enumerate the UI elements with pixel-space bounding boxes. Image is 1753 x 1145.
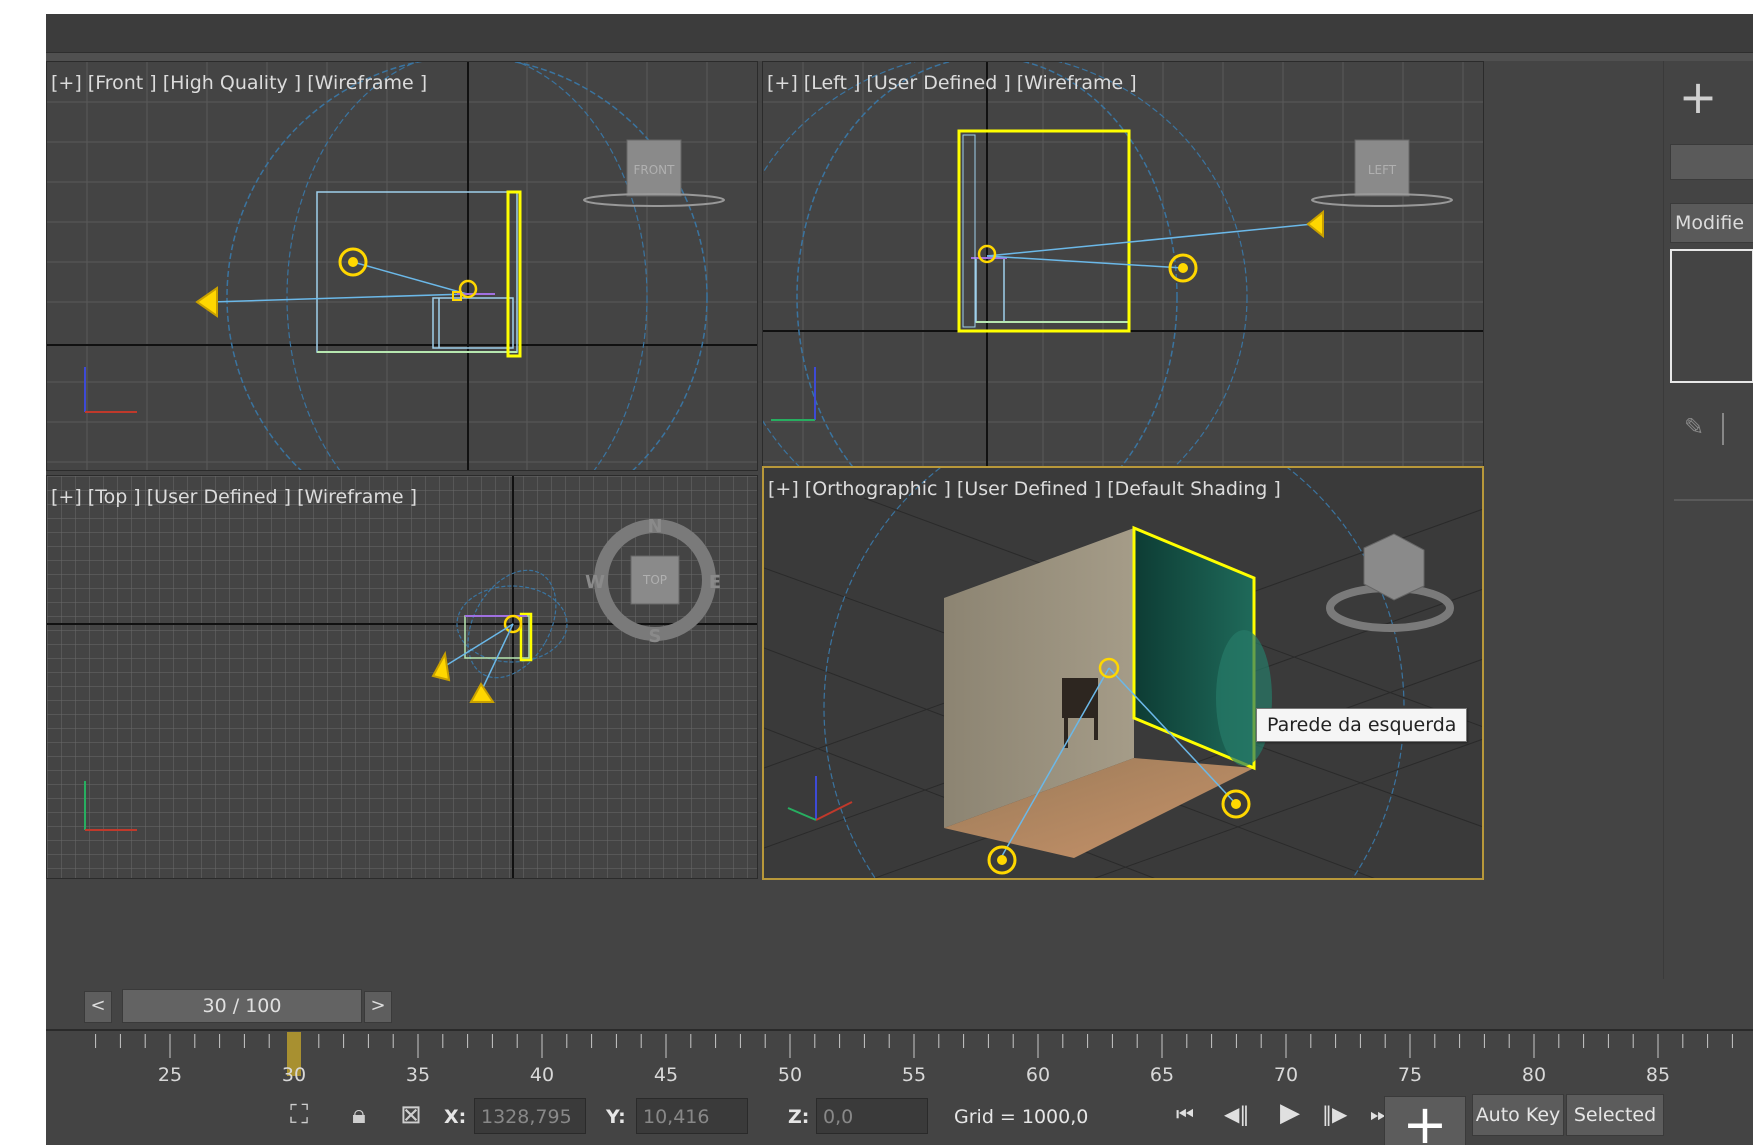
x-label: X:: [444, 1106, 467, 1128]
viewcube-top-text: TOP: [642, 573, 667, 587]
viewport-orthographic-label[interactable]: [+] [Orthographic ] [User Defined ] [Def…: [768, 478, 1281, 500]
compass-south: S: [649, 626, 662, 647]
auto-key-button[interactable]: Auto Key: [1472, 1094, 1564, 1136]
track-tick-label: 70: [1273, 1064, 1299, 1086]
front-wireframe: FRONT: [47, 62, 757, 470]
ortho-shaded-scene: [764, 468, 1482, 878]
go-to-start-icon[interactable]: ⏮: [1176, 1102, 1194, 1126]
separator: [1722, 413, 1724, 445]
x-coordinate-field[interactable]: 1328,795: [474, 1098, 586, 1134]
track-tick-label: 60: [1025, 1064, 1051, 1086]
modifier-list-dropdown[interactable]: Modifie: [1670, 203, 1753, 243]
viewport-orthographic[interactable]: [+] [Orthographic ] [User Defined ] [Def…: [762, 466, 1484, 880]
z-coordinate-field[interactable]: 0,0: [816, 1098, 928, 1134]
top-wireframe: TOP N S E W: [47, 476, 757, 878]
track-tick-label: 40: [529, 1064, 555, 1086]
isolate-selection-icon[interactable]: ⛶: [290, 1100, 308, 1130]
pin-stack-icon[interactable]: ✎: [1684, 413, 1704, 441]
y-coordinate-field[interactable]: 10,416: [636, 1098, 748, 1134]
viewport-left-label[interactable]: [+] [Left ] [User Defined ] [Wireframe ]: [767, 72, 1137, 94]
time-next-button[interactable]: >: [364, 991, 392, 1023]
panel-divider: [1674, 499, 1753, 501]
left-wireframe: LEFT: [763, 62, 1483, 470]
grid-size-readout: Grid = 1000,0: [954, 1106, 1089, 1128]
viewport-top[interactable]: TOP N S E W [+] [Top ] [User Defined ] […: [46, 475, 758, 879]
lock-icon[interactable]: 🔒︎: [352, 1100, 366, 1130]
time-prev-button[interactable]: <: [84, 991, 112, 1023]
3dsmax-window: FRONT [+] [Front ] [High Quality ] [Wire…: [46, 14, 1753, 1145]
viewport-front[interactable]: FRONT [+] [Front ] [High Quality ] [Wire…: [46, 61, 758, 471]
track-tick-label: 65: [1149, 1064, 1175, 1086]
previous-frame-icon[interactable]: ◀‖: [1224, 1102, 1249, 1126]
command-panel: + Modifie ✎: [1663, 61, 1753, 981]
toolbar-strip: [46, 53, 1753, 61]
track-tick-label: 55: [901, 1064, 927, 1086]
create-plus-icon[interactable]: +: [1670, 71, 1726, 127]
set-key-plus-icon[interactable]: +: [1384, 1096, 1466, 1145]
play-icon[interactable]: ▶: [1280, 1098, 1300, 1128]
viewport-left[interactable]: LEFT [+] [Left ] [User Defined ] [Wirefr…: [762, 61, 1484, 471]
track-bar[interactable]: 2530354045505560657075808590: [46, 1028, 1753, 1090]
viewcube-left-text: LEFT: [1368, 163, 1397, 177]
y-label: Y:: [606, 1106, 626, 1128]
track-tick-label: 45: [653, 1064, 679, 1086]
next-frame-icon[interactable]: ‖▶: [1322, 1102, 1347, 1126]
object-tooltip: Parede da esquerda: [1256, 708, 1468, 742]
compass-north: N: [647, 516, 662, 537]
title-bar: [46, 14, 1753, 53]
track-tick-label: 35: [405, 1064, 431, 1086]
modifier-stack[interactable]: [1670, 249, 1753, 383]
track-tick-label: 30: [281, 1064, 307, 1086]
track-tick-label: 80: [1521, 1064, 1547, 1086]
absolute-mode-icon[interactable]: ⊠: [400, 1100, 422, 1130]
viewport-front-label[interactable]: [+] [Front ] [High Quality ] [Wireframe …: [51, 72, 427, 94]
viewport-top-label[interactable]: [+] [Top ] [User Defined ] [Wireframe ]: [51, 486, 417, 508]
compass-east: E: [709, 572, 721, 593]
viewcube-front-text: FRONT: [634, 163, 676, 177]
track-tick-label: 85: [1645, 1064, 1671, 1086]
compass-west: W: [585, 572, 605, 593]
track-tick-label: 50: [777, 1064, 803, 1086]
track-tick-label: 75: [1397, 1064, 1423, 1086]
selected-dropdown[interactable]: Selected: [1566, 1094, 1664, 1136]
time-slider: < 30 / 100 >: [46, 979, 1753, 1025]
time-slider-thumb[interactable]: 30 / 100: [122, 989, 362, 1023]
status-bar: ⛶ 🔒︎ ⊠ X: 1328,795 Y: 10,416 Z: 0,0 Grid…: [46, 1090, 1753, 1145]
object-name-field[interactable]: [1670, 144, 1753, 180]
z-label: Z:: [788, 1106, 810, 1128]
track-tick-label: 25: [157, 1064, 183, 1086]
